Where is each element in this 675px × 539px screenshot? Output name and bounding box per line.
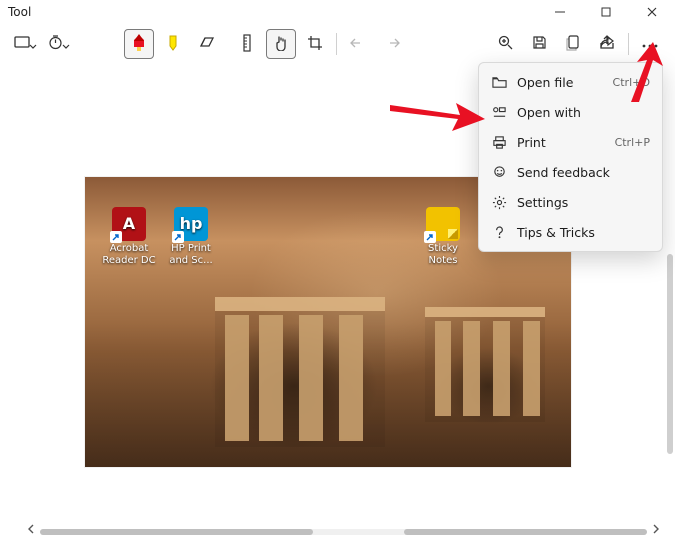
chevron-down-icon (62, 40, 70, 48)
toolbar-separator (336, 33, 337, 55)
printer-icon (491, 135, 507, 150)
zoom-icon (498, 35, 513, 53)
zoom-button[interactable] (490, 29, 520, 59)
ruler-icon (243, 34, 251, 55)
touch-writing-button[interactable] (266, 29, 296, 59)
menu-item-shortcut: Ctrl+P (615, 136, 650, 149)
scrollbar-thumb[interactable] (40, 529, 313, 535)
screenshot-background (215, 297, 385, 447)
toolbar (0, 24, 675, 64)
shortcut-overlay-icon (424, 231, 436, 243)
menu-item-label: Tips & Tricks (517, 225, 595, 240)
chevron-down-icon (29, 40, 37, 48)
shortcut-overlay-icon (110, 231, 122, 243)
more-button[interactable] (635, 29, 665, 59)
vertical-scrollbar[interactable] (667, 254, 673, 454)
horizontal-scrollbar[interactable] (40, 529, 647, 535)
share-icon (599, 35, 615, 53)
menu-item-shortcut: Ctrl+O (613, 76, 650, 89)
desktop-icon-sticky-notes: Sticky Notes (415, 207, 471, 266)
undo-button[interactable] (343, 29, 373, 59)
window-title: Tool (8, 5, 31, 19)
menu-item-label: Send feedback (517, 165, 610, 180)
desktop-icon-acrobat: A Acrobat Reader DC (101, 207, 157, 266)
timer-icon (48, 35, 63, 53)
more-icon (642, 37, 658, 51)
desktop-icon-label: Acrobat Reader DC (102, 243, 155, 266)
highlighter-button[interactable] (158, 29, 188, 59)
scroll-right-icon[interactable] (651, 523, 661, 537)
share-button[interactable] (592, 29, 622, 59)
save-button[interactable] (524, 29, 554, 59)
eraser-icon (199, 36, 215, 53)
help-icon (491, 225, 507, 240)
more-menu: Open file Ctrl+O Open with Print Ctrl+P … (478, 62, 663, 252)
menu-item-print[interactable]: Print Ctrl+P (479, 127, 662, 157)
copy-button[interactable] (558, 29, 588, 59)
gear-icon (491, 195, 507, 210)
redo-button[interactable] (377, 29, 407, 59)
save-icon (532, 35, 547, 53)
open-with-icon (491, 105, 507, 120)
pen-icon (132, 34, 146, 55)
menu-item-label: Open with (517, 105, 581, 120)
menu-item-tips[interactable]: Tips & Tricks (479, 217, 662, 247)
folder-open-icon (491, 75, 507, 90)
acrobat-icon: A (112, 207, 146, 241)
scroll-left-icon[interactable] (26, 523, 36, 537)
copy-icon (566, 35, 580, 54)
rectangle-select-icon (14, 36, 30, 53)
toolbar-separator (628, 33, 629, 55)
minimize-button[interactable] (537, 0, 583, 24)
scrollbar-thumb[interactable] (404, 529, 647, 535)
pen-button[interactable] (124, 29, 154, 59)
delay-button[interactable] (44, 29, 74, 59)
shortcut-overlay-icon (172, 231, 184, 243)
titlebar: Tool (0, 0, 675, 24)
crop-button[interactable] (300, 29, 330, 59)
maximize-button[interactable] (583, 0, 629, 24)
menu-item-label: Open file (517, 75, 573, 90)
menu-item-open-with[interactable]: Open with (479, 97, 662, 127)
redo-icon (384, 36, 400, 53)
desktop-icon-label: Sticky Notes (428, 243, 458, 266)
eraser-button[interactable] (192, 29, 222, 59)
selection-mode-button[interactable] (10, 29, 40, 59)
feedback-icon (491, 165, 507, 180)
crop-icon (307, 35, 323, 54)
menu-item-label: Print (517, 135, 546, 150)
highlighter-icon (166, 34, 180, 55)
close-button[interactable] (629, 0, 675, 24)
menu-item-send-feedback[interactable]: Send feedback (479, 157, 662, 187)
undo-icon (350, 36, 366, 53)
menu-item-settings[interactable]: Settings (479, 187, 662, 217)
sticky-notes-icon (426, 207, 460, 241)
touch-writing-icon (273, 35, 289, 54)
desktop-icon-hp: hp HP Print and Sc... (163, 207, 219, 266)
menu-item-label: Settings (517, 195, 568, 210)
menu-item-open-file[interactable]: Open file Ctrl+O (479, 67, 662, 97)
screenshot-background (425, 307, 545, 422)
ruler-button[interactable] (232, 29, 262, 59)
hp-icon: hp (174, 207, 208, 241)
window-controls (537, 0, 675, 24)
desktop-icon-label: HP Print and Sc... (169, 243, 212, 266)
